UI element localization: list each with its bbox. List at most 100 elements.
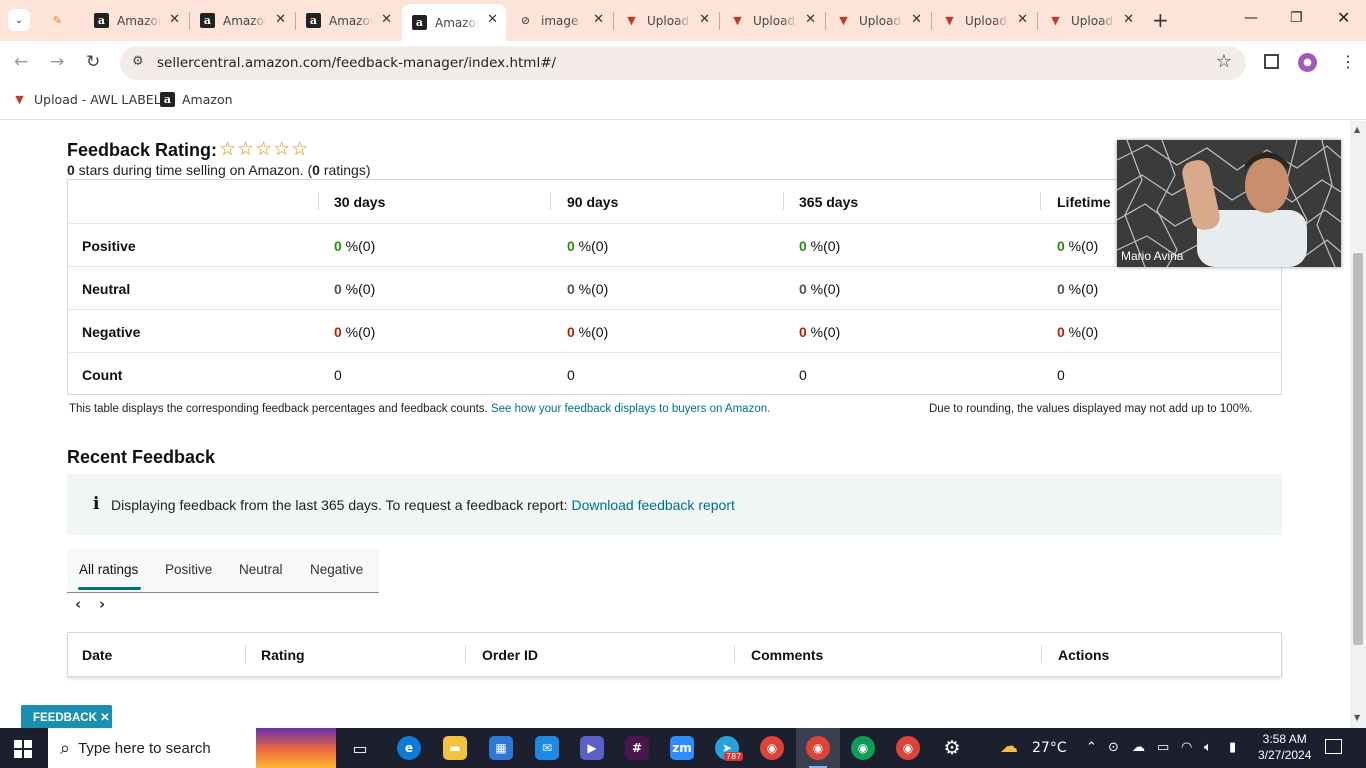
page-scrollbar[interactable]: ▲ ▼ bbox=[1350, 121, 1366, 728]
scroll-up-icon[interactable]: ▲ bbox=[1354, 125, 1360, 134]
close-tab-icon[interactable]: ✕ bbox=[699, 12, 710, 27]
column-divider bbox=[465, 645, 466, 663]
tab-amazon-2[interactable]: a Amazon ✕ bbox=[190, 4, 294, 37]
tray-chevron-icon[interactable]: ⌃ bbox=[1086, 740, 1097, 755]
taskbar-search-box[interactable]: ⌕ Type here to search bbox=[48, 728, 256, 768]
tab-image[interactable]: ⊘ image ✕ bbox=[508, 4, 612, 37]
tab-amazon-active[interactable]: a Amazon ✕ bbox=[402, 4, 506, 41]
menu-kebab-icon[interactable]: ⋮ bbox=[1340, 52, 1356, 71]
bookmark-upload-awl[interactable]: ▼ Upload - AWL LABEL bbox=[12, 92, 160, 107]
zoom-icon[interactable]: zm bbox=[670, 736, 694, 760]
rating-summary: 0 stars during time selling on Amazon. (… bbox=[67, 162, 371, 178]
notification-icon[interactable] bbox=[1325, 739, 1342, 754]
address-bar[interactable]: ⚙ sellercentral.amazon.com/feedback-mana… bbox=[120, 46, 1246, 80]
tab-all-ratings[interactable]: All ratings bbox=[79, 562, 138, 577]
minimize-icon[interactable]: — bbox=[1244, 10, 1258, 26]
close-tab-icon[interactable]: ✕ bbox=[1123, 12, 1134, 27]
chrome-active-icon[interactable]: ◉ bbox=[806, 736, 830, 760]
tab-upload-4[interactable]: ▼ Upload ✕ bbox=[932, 4, 1036, 37]
column-divider bbox=[783, 192, 784, 210]
site-info-icon[interactable]: ⚙ bbox=[132, 54, 144, 69]
pinned-tab[interactable]: ✎ bbox=[40, 4, 84, 37]
settings-gear-icon[interactable]: ⚙ bbox=[940, 736, 964, 760]
tab-upload-1[interactable]: ▼ Upload ✕ bbox=[614, 4, 718, 37]
meet-now-icon[interactable]: ⊙ bbox=[1108, 740, 1119, 755]
battery-icon[interactable]: ▭ bbox=[1157, 740, 1169, 755]
close-tab-icon[interactable]: ✕ bbox=[169, 12, 180, 27]
url-text[interactable]: sellercentral.amazon.com/feedback-manage… bbox=[157, 55, 556, 71]
table-cell: 0 %(0) bbox=[334, 238, 376, 254]
rating-filter-tabs: All ratings Positive Neutral Negative bbox=[67, 549, 379, 593]
tab-negative[interactable]: Negative bbox=[310, 562, 363, 577]
close-tab-icon[interactable]: ✕ bbox=[275, 12, 286, 27]
ms-store-icon[interactable]: ▦ bbox=[489, 736, 513, 760]
wifi-icon[interactable]: ◠ bbox=[1181, 740, 1192, 755]
profile-avatar-icon[interactable]: ● bbox=[1298, 53, 1317, 72]
prev-page-icon[interactable]: ‹ bbox=[75, 595, 81, 613]
close-tab-icon[interactable]: ✕ bbox=[805, 12, 816, 27]
tab-title: image bbox=[541, 13, 579, 28]
close-window-icon[interactable]: ✕ bbox=[1337, 8, 1350, 27]
bookmark-star-icon[interactable]: ☆ bbox=[1216, 51, 1232, 72]
weather-icon[interactable]: ☁ bbox=[1000, 736, 1018, 757]
task-view-icon[interactable]: ▭ bbox=[348, 736, 372, 760]
video-call-overlay[interactable]: Mario Avina bbox=[1117, 140, 1341, 267]
clipchamp-icon[interactable]: ▶ bbox=[580, 736, 604, 760]
table-row: Positive 0 %(0) 0 %(0) 0 %(0) 0 %(0) bbox=[68, 223, 1281, 266]
close-tab-icon[interactable]: ✕ bbox=[381, 12, 392, 27]
chrome-icon[interactable]: ◉ bbox=[760, 736, 784, 760]
close-tab-icon[interactable]: ✕ bbox=[1017, 12, 1028, 27]
scrollbar-thumb[interactable] bbox=[1353, 253, 1363, 645]
tab-amazon-3[interactable]: a Amazon ✕ bbox=[296, 4, 400, 37]
chrome-profile-2-icon[interactable]: ◉ bbox=[896, 736, 920, 760]
chrome-profile-icon[interactable]: ◉ bbox=[851, 736, 875, 760]
system-clock[interactable]: 3:58 AM 3/27/2024 bbox=[1258, 731, 1311, 763]
tab-upload-5[interactable]: ▼ Upload ✕ bbox=[1038, 4, 1142, 37]
search-highlight-image[interactable] bbox=[256, 728, 336, 768]
column-header: 90 days bbox=[567, 194, 619, 210]
reload-icon[interactable]: ↻ bbox=[86, 52, 100, 72]
new-tab-icon[interactable]: + bbox=[1152, 8, 1169, 32]
close-tab-icon[interactable]: ✕ bbox=[593, 12, 604, 27]
file-explorer-icon[interactable]: ▬ bbox=[443, 736, 467, 760]
onedrive-icon[interactable]: ☁ bbox=[1132, 740, 1145, 755]
feedback-table-header: Date Rating Order ID Comments Actions bbox=[67, 632, 1282, 677]
next-page-icon[interactable]: › bbox=[99, 595, 105, 613]
tab-search-button[interactable]: ⌄ bbox=[8, 9, 30, 31]
mail-icon[interactable]: ✉ bbox=[535, 736, 559, 760]
back-icon[interactable]: ← bbox=[14, 52, 28, 72]
info-text: Displaying feedback from the last 365 da… bbox=[111, 497, 735, 513]
table-cell: 0 bbox=[799, 367, 807, 383]
windows-start-icon[interactable] bbox=[14, 740, 32, 758]
browser-tab-strip: ⌄ ✎ a Amazon ✕ a Amazon ✕ a Amazon ✕ a A… bbox=[0, 0, 1366, 41]
side-panel-icon[interactable] bbox=[1264, 54, 1279, 69]
tab-upload-2[interactable]: ▼ Upload ✕ bbox=[720, 4, 824, 37]
microphone-icon[interactable]: ▮ bbox=[1229, 740, 1236, 755]
bookmark-amazon[interactable]: a Amazon bbox=[160, 92, 233, 107]
column-divider bbox=[245, 645, 246, 663]
tab-positive[interactable]: Positive bbox=[165, 562, 212, 577]
restore-icon[interactable]: ❐ bbox=[1290, 10, 1303, 26]
weather-temp[interactable]: 27°C bbox=[1032, 740, 1067, 756]
windows-taskbar: ⌕ Type here to search ▭ e ▬ ▦ ✉ ▶ # zm ➤… bbox=[0, 728, 1366, 768]
tab-amazon-1[interactable]: a Amazon ✕ bbox=[84, 4, 188, 37]
tab-upload-3[interactable]: ▼ Upload ✕ bbox=[826, 4, 930, 37]
amazon-icon: a bbox=[200, 13, 215, 28]
forward-icon[interactable]: → bbox=[50, 52, 64, 72]
close-tab-icon[interactable]: ✕ bbox=[911, 12, 922, 27]
volume-icon[interactable]: 🔈︎ bbox=[1204, 740, 1212, 755]
tab-title: Amazon bbox=[223, 13, 267, 28]
rating-stars-icon: ☆☆☆☆☆ bbox=[219, 138, 310, 160]
stars-count: 0 bbox=[67, 162, 75, 178]
scroll-down-icon[interactable]: ▼ bbox=[1354, 713, 1360, 722]
tab-neutral[interactable]: Neutral bbox=[239, 562, 283, 577]
feedback-button[interactable]: FEEDBACK ✕ bbox=[21, 705, 112, 729]
upload-icon: ▼ bbox=[733, 14, 742, 27]
edge-icon[interactable]: e bbox=[397, 736, 421, 760]
buyer-display-link[interactable]: See how your feedback displays to buyers… bbox=[491, 403, 770, 415]
slack-icon[interactable]: # bbox=[625, 736, 649, 760]
upload-icon: ▼ bbox=[15, 93, 24, 106]
close-tab-icon[interactable]: ✕ bbox=[487, 12, 498, 27]
table-header-row: 30 days 90 days 365 days Lifetime bbox=[68, 180, 1281, 223]
download-report-link[interactable]: Download feedback report bbox=[571, 497, 734, 513]
